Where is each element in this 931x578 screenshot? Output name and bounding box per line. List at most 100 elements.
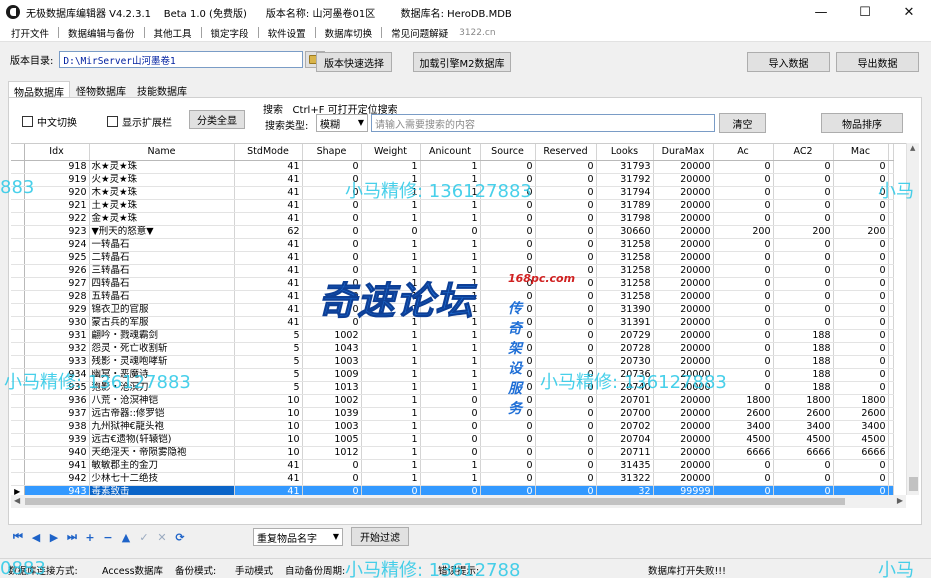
cell-shape[interactable]: 1013	[302, 381, 362, 395]
cell-ac2[interactable]: 188	[773, 368, 834, 382]
cell-anicount[interactable]: 1	[420, 251, 481, 265]
cell-idx[interactable]: 924	[24, 238, 90, 252]
cell-shape[interactable]: 0	[302, 459, 362, 473]
cell-mac[interactable]: 0	[833, 173, 889, 187]
cell-mac[interactable]: 0	[833, 316, 889, 330]
cell-source[interactable]: 0	[480, 446, 536, 460]
table-row[interactable]: 929 锦衣卫的官服 41 0 1 1 0 0 31390 20000 0 0 0	[11, 303, 894, 317]
cell-duramax[interactable]: 20000	[653, 394, 714, 408]
cell-idx[interactable]: 920	[24, 186, 90, 200]
cell-weight[interactable]: 0	[361, 225, 421, 239]
cell-reserved[interactable]: 0	[535, 355, 597, 369]
cell-reserved[interactable]: 0	[535, 186, 597, 200]
export-button[interactable]: 导出数据	[836, 52, 919, 72]
cell-name[interactable]: 三转晶石	[89, 264, 235, 278]
cell-source[interactable]: 0	[480, 199, 536, 213]
minimize-button[interactable]: —	[799, 0, 843, 24]
cell-weight[interactable]: 1	[361, 186, 421, 200]
cell-weight[interactable]: 1	[361, 472, 421, 486]
cell-idx[interactable]: 942	[24, 472, 90, 486]
cell-reserved[interactable]: 0	[535, 290, 597, 304]
table-row[interactable]: 939 远古€遗物(轩辕铠) 10 1005 1 0 0 0 20704 20000 4500 450…	[11, 433, 894, 447]
cell-mac[interactable]: 0	[833, 212, 889, 226]
cell-source[interactable]: 0	[480, 225, 536, 239]
cell-looks[interactable]: 20711	[596, 446, 654, 460]
cell-mac[interactable]: 0	[833, 277, 889, 291]
add-icon[interactable]: +	[82, 530, 98, 544]
column-header-stdmode[interactable]: StdMode	[234, 144, 303, 161]
cell-ac[interactable]: 1800	[713, 394, 774, 408]
cell-name[interactable]: 敏敏郡主的金刀	[89, 459, 235, 473]
row-selector[interactable]	[11, 225, 25, 239]
cell-weight[interactable]: 1	[361, 264, 421, 278]
next-icon[interactable]: ▶	[46, 530, 62, 544]
cell-looks[interactable]: 31258	[596, 238, 654, 252]
cell-looks[interactable]: 31258	[596, 277, 654, 291]
cell-anicount[interactable]: 1	[420, 355, 481, 369]
cell-shape[interactable]: 1005	[302, 433, 362, 447]
cell-looks[interactable]: 32	[596, 485, 654, 495]
cell-stdmode[interactable]: 41	[234, 160, 303, 174]
table-row[interactable]: 938 九州狱神€龍头袍 10 1003 1 0 0 0 20702 20000 3400 3400 3…	[11, 420, 894, 434]
load-m2-button[interactable]: 加载引擎M2数据库	[413, 52, 511, 72]
cell-reserved[interactable]: 0	[535, 225, 597, 239]
scroll-thumb[interactable]	[909, 477, 918, 491]
cell-source[interactable]: 0	[480, 186, 536, 200]
cell-idx[interactable]: 930	[24, 316, 90, 330]
cell-ac2[interactable]: 6666	[773, 446, 834, 460]
row-selector[interactable]	[11, 368, 25, 382]
cell-stdmode[interactable]: 41	[234, 173, 303, 187]
scroll-left-icon[interactable]: ◀	[14, 496, 20, 505]
cell-duramax[interactable]: 20000	[653, 199, 714, 213]
first-icon[interactable]: ⏮	[10, 530, 26, 544]
cell-idx[interactable]: 918	[24, 160, 90, 174]
cell-ac2[interactable]: 3400	[773, 420, 834, 434]
vertical-scrollbar[interactable]: ▲	[906, 143, 919, 495]
cell-anicount[interactable]: 1	[420, 212, 481, 226]
cell-source[interactable]: 0	[480, 381, 536, 395]
table-row[interactable]: 937 远古帝器::修罗铠 10 1039 1 0 0 0 20700 20000 2600 2600…	[11, 407, 894, 421]
cell-name[interactable]: 少林七十二绝技	[89, 472, 235, 486]
cell-ac2[interactable]: 0	[773, 316, 834, 330]
cell-shape[interactable]: 1003	[302, 420, 362, 434]
row-selector[interactable]	[11, 472, 25, 486]
cell-stdmode[interactable]: 41	[234, 251, 303, 265]
cell-looks[interactable]: 20730	[596, 355, 654, 369]
cell-shape[interactable]: 1002	[302, 394, 362, 408]
cell-mac[interactable]: 0	[833, 303, 889, 317]
cell-anicount[interactable]: 1	[420, 368, 481, 382]
cell-idx[interactable]: 925	[24, 251, 90, 265]
cell-weight[interactable]: 1	[361, 446, 421, 460]
cell-mac[interactable]: 0	[833, 199, 889, 213]
cell-ac2[interactable]: 0	[773, 485, 834, 495]
table-row[interactable]: 930 蒙古兵的军服 41 0 1 1 0 0 31391 20000 0 0 0	[11, 316, 894, 330]
cell-weight[interactable]: 1	[361, 459, 421, 473]
cell-idx[interactable]: 934	[24, 368, 90, 382]
row-selector[interactable]	[11, 238, 25, 252]
cell-shape[interactable]: 0	[302, 472, 362, 486]
row-selector[interactable]	[11, 186, 25, 200]
cell-looks[interactable]: 31789	[596, 199, 654, 213]
cell-reserved[interactable]: 0	[535, 407, 597, 421]
cell-looks[interactable]: 30660	[596, 225, 654, 239]
table-row[interactable]: 942 少林七十二绝技 41 0 1 1 0 0 31322 20000 0 0 0	[11, 472, 894, 486]
cell-ac[interactable]: 200	[713, 225, 774, 239]
cell-mac[interactable]: 0	[833, 459, 889, 473]
cell-source[interactable]: 0	[480, 290, 536, 304]
cell-weight[interactable]: 1	[361, 238, 421, 252]
cell-mac[interactable]: 0	[833, 186, 889, 200]
cell-source[interactable]: 0	[480, 420, 536, 434]
cell-weight[interactable]: 1	[361, 316, 421, 330]
cell-ac2[interactable]: 1800	[773, 394, 834, 408]
menu-open-file[interactable]: 打开文件	[8, 26, 52, 40]
cell-weight[interactable]: 1	[361, 160, 421, 174]
cell-shape[interactable]: 1002	[302, 329, 362, 343]
cell-ac[interactable]: 0	[713, 381, 774, 395]
cell-source[interactable]: 0	[480, 394, 536, 408]
cell-ac[interactable]: 4500	[713, 433, 774, 447]
cell-name[interactable]: 天绝淫天・帝陨雾隐袍	[89, 446, 235, 460]
cell-idx[interactable]: 921	[24, 199, 90, 213]
row-selector[interactable]	[11, 303, 25, 317]
cell-source[interactable]: 0	[480, 160, 536, 174]
cell-shape[interactable]: 1003	[302, 355, 362, 369]
